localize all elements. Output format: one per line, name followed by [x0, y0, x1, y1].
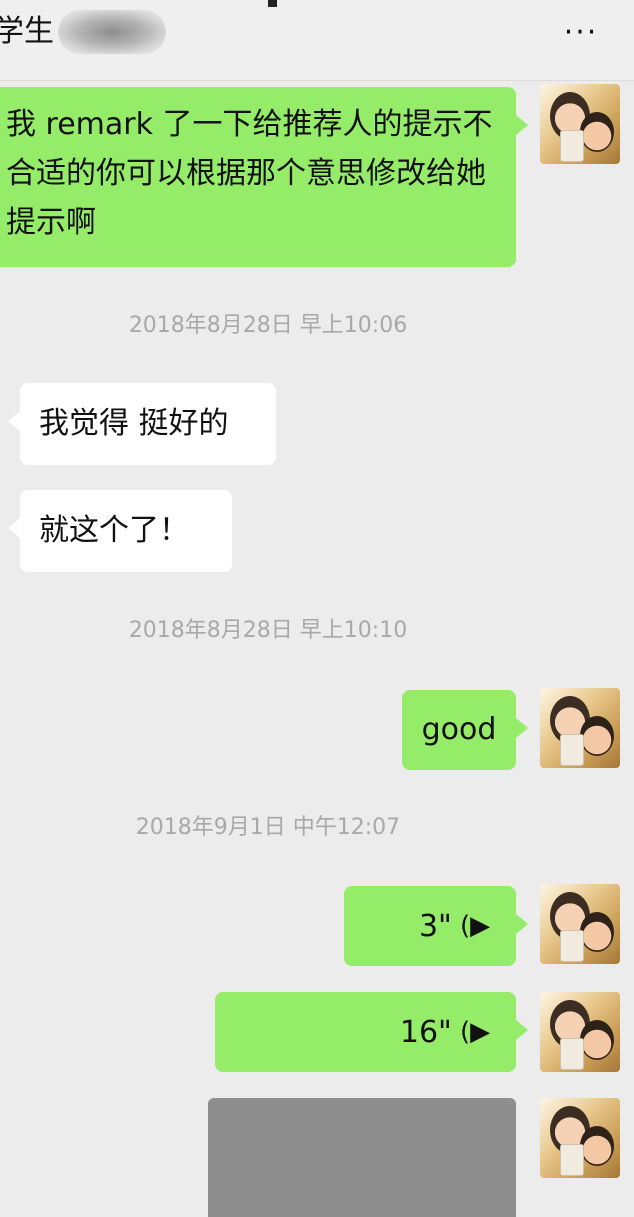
voice-wave-icon: ◀)	[459, 1016, 490, 1047]
message-text: 我觉得 挺好的	[39, 406, 229, 441]
voice-message-bubble[interactable]: 3" ◀)	[344, 886, 528, 966]
avatar-self[interactable]	[540, 1098, 620, 1178]
voice-duration: 3"	[418, 908, 452, 944]
avatar-self[interactable]	[540, 688, 620, 768]
avatar-self[interactable]	[540, 84, 620, 164]
voice-message-bubble[interactable]: 16" ◀)	[215, 992, 528, 1072]
timestamp: 2018年8月28日 早上10:06	[128, 313, 408, 338]
avatar-self[interactable]	[540, 884, 620, 964]
status-notch	[268, 0, 277, 7]
message-bubble-received[interactable]: 就这个了！	[8, 490, 232, 572]
timestamp: 2018年9月1日 中午12:07	[135, 815, 401, 840]
avatar-self[interactable]	[540, 992, 620, 1072]
voice-wave-icon: ◀)	[459, 910, 490, 941]
redacted-name-blur	[58, 10, 166, 54]
voice-duration: 16"	[399, 1014, 452, 1050]
chat-header: 学生 ···	[0, 0, 634, 81]
chat-title: 学生	[0, 14, 54, 49]
message-text: 我 remark 了一下给推荐人的提示不合适的你可以根据那个意思修改给她提示啊	[6, 107, 493, 240]
image-message[interactable]	[208, 1098, 516, 1217]
message-bubble-received[interactable]: 我觉得 挺好的	[8, 383, 276, 465]
message-text: 就这个了！	[39, 513, 189, 548]
more-dots-icon[interactable]: ···	[556, 18, 606, 48]
message-bubble-sent[interactable]: 我 remark 了一下给推荐人的提示不合适的你可以根据那个意思修改给她提示啊	[0, 87, 528, 267]
message-bubble-sent[interactable]: good	[402, 690, 528, 770]
message-text: good	[421, 712, 497, 747]
timestamp: 2018年8月28日 早上10:10	[128, 618, 408, 643]
